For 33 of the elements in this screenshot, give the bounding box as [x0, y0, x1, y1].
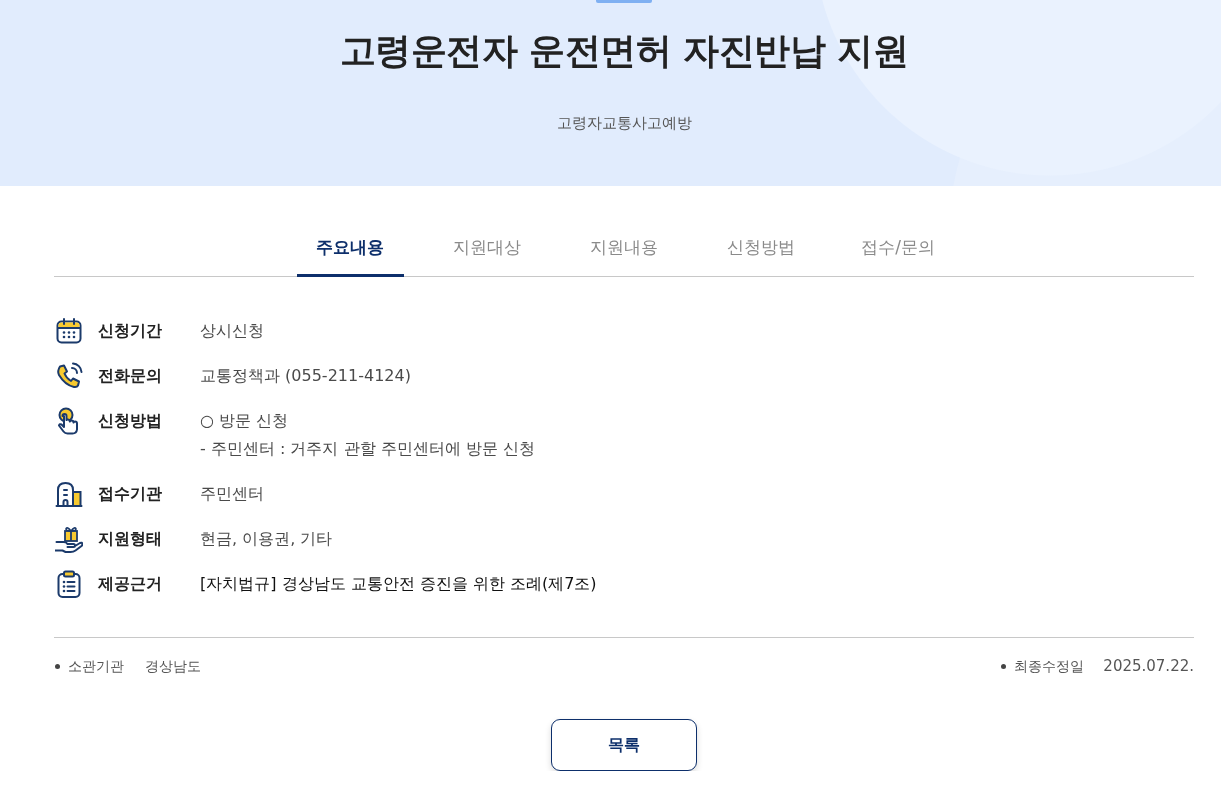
building-icon [55, 480, 83, 508]
tab[interactable]: 접수/문의 [844, 220, 952, 277]
detail-label: 신청기간 [98, 320, 163, 342]
detail-label: 제공근거 [98, 573, 163, 595]
list-button[interactable]: 목록 [550, 719, 697, 771]
clipboard-list-icon [55, 570, 83, 598]
bullet-icon [1001, 663, 1007, 669]
bullet-icon [55, 663, 60, 669]
tab[interactable]: 신청방법 [707, 220, 815, 277]
agency-label: 소관기관 [68, 657, 124, 676]
phone-icon [55, 362, 83, 390]
gift-hand-icon [55, 525, 83, 553]
modified-date: 2025.07.22. [1103, 656, 1194, 676]
accent-bar [596, 0, 652, 3]
tab[interactable]: 지원대상 [433, 220, 541, 277]
detail-value: 주민센터 [200, 483, 264, 505]
detail-value: ○ 방문 신청 [200, 410, 290, 432]
detail-label: 지원형태 [98, 528, 163, 550]
detail-label: 신청방법 [98, 410, 163, 432]
tab[interactable]: 지원내용 [570, 220, 678, 277]
detail-value: - 주민센터 : 거주지 관할 주민센터에 방문 신청 [200, 438, 535, 460]
detail-value: 교통정책과 (055-211-4124) [200, 365, 411, 387]
detail-label: 전화문의 [98, 365, 163, 387]
calendar-icon [55, 317, 83, 345]
detail-value: 현금, 이용권, 기타 [200, 528, 333, 550]
page-title: 고령운전자 운전면허 자진반납 지원 [339, 29, 909, 73]
detail-link[interactable]: [자치법규] 경상남도 교통안전 증진을 위한 조례(제7조) [200, 570, 597, 598]
tab[interactable]: 주요내용 [296, 220, 404, 277]
detail-label: 접수기관 [98, 483, 163, 505]
modified-label: 최종수정일 [1014, 657, 1085, 676]
detail-value: 상시신청 [200, 320, 264, 342]
page-subtitle: 고령자교통사고예방 [556, 113, 692, 133]
agency-value: 경상남도 [145, 657, 201, 676]
